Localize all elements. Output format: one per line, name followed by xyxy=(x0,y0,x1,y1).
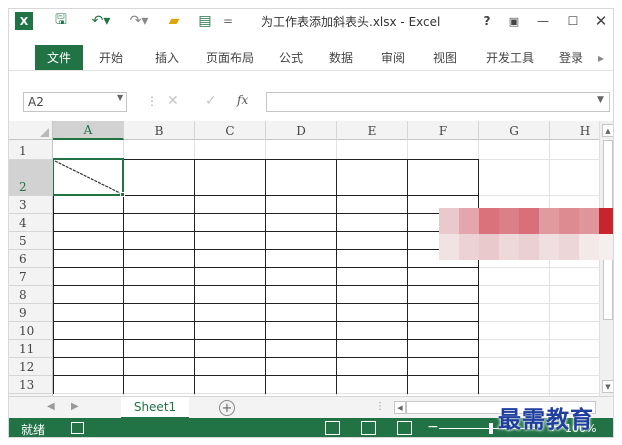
table-border-horizontal xyxy=(53,285,479,286)
zoom-slider-thumb[interactable] xyxy=(489,423,493,434)
active-cell-a2[interactable] xyxy=(53,158,124,196)
table-border-horizontal xyxy=(53,303,479,304)
table-border-horizontal xyxy=(53,267,479,268)
tab-scroll-right-icon[interactable]: ▸ xyxy=(591,45,611,70)
ribbon-collapsed xyxy=(9,70,613,88)
row-header-3[interactable]: 3 xyxy=(9,196,53,214)
excel-window: X 🖫 ↶▾ ↷▾ ▰ ▤ = 为工作表添加斜表头.xlsx - Excel ?… xyxy=(8,8,614,438)
page-break-view-icon[interactable] xyxy=(397,421,412,435)
watermark-text: 最需教育 xyxy=(498,406,594,433)
column-header-f[interactable]: F xyxy=(408,121,479,140)
undo-icon[interactable]: ↶▾ xyxy=(87,12,115,30)
close-button[interactable]: ✕ xyxy=(593,12,609,30)
table-border-horizontal xyxy=(53,339,479,340)
table-border-horizontal xyxy=(53,321,479,322)
insert-function-icon[interactable]: fx xyxy=(237,93,248,107)
cancel-icon[interactable]: ✕ xyxy=(167,93,179,109)
login-link[interactable]: 登录 xyxy=(553,45,589,70)
zoom-out-icon[interactable]: − xyxy=(427,419,439,435)
row-header-5[interactable]: 5 xyxy=(9,232,53,250)
table-border-horizontal xyxy=(53,231,479,232)
ribbon-tab-bar: 文件 开始 插入 页面布局 公式 数据 审阅 视图 开发工具 登录 ▸ xyxy=(9,45,613,70)
tab-formulas[interactable]: 公式 xyxy=(271,45,311,70)
ribbon-display-options-icon[interactable]: ▣ xyxy=(505,12,523,30)
tab-home[interactable]: 开始 xyxy=(89,45,133,70)
table-border-horizontal xyxy=(53,375,479,376)
row-header-2[interactable]: 2 xyxy=(9,160,53,196)
column-headers: ABCDEFGH xyxy=(9,121,599,140)
normal-view-icon[interactable] xyxy=(325,421,340,435)
table-border-horizontal xyxy=(53,249,479,250)
row-header-12[interactable]: 12 xyxy=(9,358,53,376)
chevron-down-icon[interactable]: ▼ xyxy=(117,93,123,102)
worksheet-grid: ABCDEFGH 1 2 3 4 5 6 7 8 9 10 11 12 13 ▲ ▼ xyxy=(9,121,613,396)
column-header-b[interactable]: B xyxy=(124,121,195,140)
tab-file[interactable]: 文件 xyxy=(35,45,83,70)
window-title: 为工作表添加斜表头.xlsx - Excel xyxy=(261,14,441,29)
folder-open-icon[interactable]: ▰ xyxy=(164,12,184,30)
row-header-8[interactable]: 8 xyxy=(9,286,53,304)
column-header-a[interactable]: A xyxy=(53,121,124,140)
status-mode: 就绪 xyxy=(21,423,46,437)
sheet-next-icon[interactable]: ▶ xyxy=(71,401,79,412)
row-header-10[interactable]: 10 xyxy=(9,322,53,340)
redo-icon[interactable]: ↷▾ xyxy=(125,12,153,30)
row-header-7[interactable]: 7 xyxy=(9,268,53,286)
macro-recording-icon[interactable] xyxy=(71,422,84,434)
select-all-corner[interactable] xyxy=(9,121,53,140)
help-button[interactable]: ? xyxy=(479,12,495,30)
save-icon[interactable]: 🖫 xyxy=(51,12,71,30)
pixelated-overlay xyxy=(439,208,613,260)
tab-data[interactable]: 数据 xyxy=(321,45,361,70)
row-header-4[interactable]: 4 xyxy=(9,214,53,232)
tab-developer[interactable]: 开发工具 xyxy=(477,45,543,70)
customize-qat-icon[interactable]: = xyxy=(221,12,235,30)
title-bar: X 🖫 ↶▾ ↷▾ ▰ ▤ = 为工作表添加斜表头.xlsx - Excel ?… xyxy=(9,9,613,33)
formula-bar-grip[interactable]: ⋮ xyxy=(146,94,158,108)
scroll-left-icon[interactable]: ◀ xyxy=(394,401,406,414)
column-header-g[interactable]: G xyxy=(479,121,550,140)
row-header-11[interactable]: 11 xyxy=(9,340,53,358)
cell-area[interactable] xyxy=(53,140,599,396)
gridline-horizontal xyxy=(53,393,599,394)
column-header-d[interactable]: D xyxy=(266,121,337,140)
scroll-up-icon[interactable]: ▲ xyxy=(602,124,613,137)
row-header-6[interactable]: 6 xyxy=(9,250,53,268)
scroll-down-icon[interactable]: ▼ xyxy=(602,380,613,393)
tab-view[interactable]: 视图 xyxy=(425,45,465,70)
page-layout-view-icon[interactable] xyxy=(361,421,376,435)
column-header-c[interactable]: C xyxy=(195,121,266,140)
maximize-button[interactable]: ☐ xyxy=(565,12,581,30)
name-box[interactable]: A2 xyxy=(23,92,127,112)
tab-splitter-grip[interactable]: ⋮ xyxy=(375,401,385,412)
row-header-9[interactable]: 9 xyxy=(9,304,53,322)
fill-handle[interactable] xyxy=(120,192,125,197)
row-header-1[interactable]: 1 xyxy=(9,140,53,160)
row-headers: 1 2 3 4 5 6 7 8 9 10 11 12 13 xyxy=(9,140,53,396)
sheet-tab-sheet1[interactable]: Sheet1 xyxy=(121,397,189,419)
tab-review[interactable]: 审阅 xyxy=(373,45,413,70)
expand-formula-bar-icon[interactable]: ▼ xyxy=(597,95,604,105)
table-border-horizontal xyxy=(53,357,479,358)
formula-bar: A2 ▼ ⋮ ✕ ✓ fx ▼ xyxy=(9,88,613,112)
add-sheet-button[interactable]: + xyxy=(219,400,235,416)
sheet-prev-icon[interactable]: ◀ xyxy=(47,401,55,412)
table-border-horizontal xyxy=(53,213,479,214)
tab-page-layout[interactable]: 页面布局 xyxy=(197,45,263,70)
tab-insert[interactable]: 插入 xyxy=(145,45,189,70)
formula-input[interactable] xyxy=(266,92,610,112)
enter-icon[interactable]: ✓ xyxy=(205,93,217,109)
column-header-e[interactable]: E xyxy=(337,121,408,140)
print-preview-icon[interactable]: ▤ xyxy=(195,12,215,30)
row-header-13[interactable]: 13 xyxy=(9,376,53,394)
minimize-button[interactable]: — xyxy=(535,12,551,30)
excel-app-icon[interactable]: X xyxy=(15,12,33,30)
